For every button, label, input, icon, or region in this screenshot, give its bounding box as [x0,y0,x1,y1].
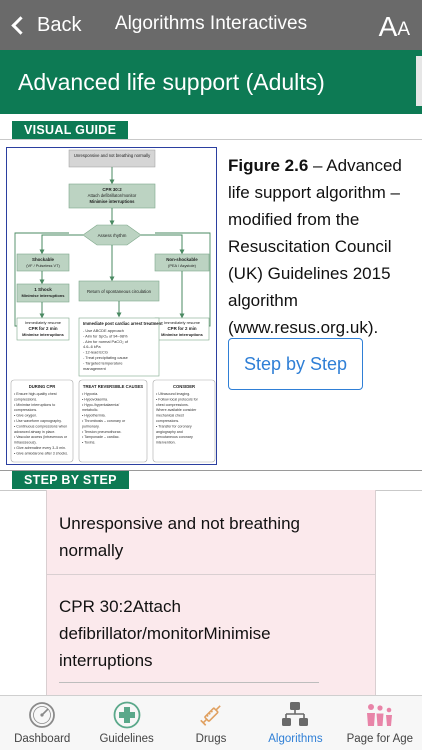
tab-algorithms[interactable]: Algorithms [253,696,337,750]
step-list: Unresponsive and not breathing normally … [46,490,376,695]
diagram-assess-text: Assess rhythm [98,233,127,238]
diagram-rosc: Return of spontaneous circulation [87,289,152,294]
font-size-button[interactable]: A A [379,8,410,42]
nav-title: Algorithms Interactives [114,13,308,34]
tab-page-for-age-label: Page for Age [346,733,414,745]
diagram-consider-item: percutaneous coronary [156,435,193,439]
diagram-during-item: • Give amiodarone after 3 shocks. [14,451,68,455]
step-separator [59,682,319,683]
diagram-consider-item: mechanical chest [156,414,184,418]
step-by-step-label: STEP BY STEP [12,471,129,489]
figure-number: Figure 2.6 [228,156,309,175]
header-edge-tab [416,56,422,106]
diagram-during-item: • Minimise interruptions to [14,403,55,407]
diagram-post-item: - Targeted temperature [83,360,123,365]
diagram-treat-item: • Hypoxia. [82,392,98,396]
diagram-during-title: DURING CPR [29,384,56,389]
dashboard-gauge-icon [29,702,56,728]
diagram-consider-item: chest compressions. [156,403,189,407]
diagram-treat-item: • Thrombosis – coronary or [82,419,126,423]
step-item-1[interactable]: Unresponsive and not breathing normally [47,510,347,564]
diagram-during-item: • Give adrenaline every 3–5 min. [14,446,66,450]
diagram-nonshockable-sub: (PEA / Asystole) [168,263,197,268]
font-size-small-glyph: A [397,19,410,40]
diagram-during-item: advanced airway in place. [14,430,55,434]
diagram-treat-item: • Hypovolaemia. [82,397,108,401]
diagram-resume-right2: CPR for 2 min [167,326,196,331]
diagram-post-item: - Use ABCDE approach [83,328,124,333]
diagram-consider-item: • Ultrasound imaging. [156,392,190,396]
diagram-resume-left2: CPR for 2 min [28,326,57,331]
step-by-step-button[interactable]: Step by Step [228,338,363,390]
diagram-during-item: • Use waveform capnography. [14,419,62,423]
diagram-consider-title: CONSIDER [173,384,195,389]
diagram-treat-item: metabolic. [82,408,98,412]
diagram-post-item: - Treat precipitating cause [83,355,128,360]
diagram-treat-item: • Hypo-/hyperkalaemia/ [82,403,119,407]
diagram-top-text: Unresponsive and not breathing normally [74,153,151,158]
diagram-resume-right1: Immediately resume [164,320,201,325]
navigation-bar: Back Algorithms Interactives A A [0,0,422,50]
diagram-shock: 1 Shock [34,287,52,292]
diagram-consider-item: angiography and [156,430,183,434]
diagram-cpr-line1: CPR 30:2 [102,187,122,192]
algorithms-icon [282,702,309,726]
tab-dashboard[interactable]: Dashboard [0,696,84,750]
diagram-cpr-line3: Minimise interruptions [90,199,136,204]
diagram-shock-sub: Minimise interruptions [22,293,66,298]
section-divider [0,139,422,140]
diagram-consider-item: Where available consider [156,408,197,412]
diagram-consider-item: • Follow local protocols for [156,397,199,401]
tab-drugs[interactable]: Drugs [169,696,253,750]
page-header: Advanced life support (Adults) [0,50,422,114]
diagram-shockable-sub: (VF / Pulseless VT) [26,263,60,268]
tab-drugs-label: Drugs [195,733,227,745]
figure-caption: Figure 2.6 – Advanced life support algor… [228,152,416,341]
figure-caption-text: – Advanced life support algorithm – modi… [228,156,402,337]
diagram-post-title: Immediate post cardiac arrest treatment [83,321,163,326]
diagram-post-item: - Aim for normal PaCO₂ of [83,339,129,344]
diagram-treat-item: pulmonary. [82,424,100,428]
diagram-treat-item: • Tension pneumothorax. [82,430,122,434]
diagram-resume-left1: Immediately resume [25,320,62,325]
diagram-consider-item: compressions. [156,419,179,423]
diagram-during-item: • Ensure high-quality chest [14,392,57,396]
tab-guidelines-label: Guidelines [99,733,154,745]
diagram-nonshockable: Non-shockable [166,257,198,262]
tab-dashboard-label: Dashboard [14,733,71,745]
diagram-post-item: 4.6–6 kPa [83,344,101,349]
diagram-treat-item: • Tamponade – cardiac. [82,435,120,439]
guidelines-cross-icon [113,701,141,729]
diagram-post-item: - 12-lead ECG [83,350,108,355]
diagram-during-item: • Vascular access (intravenous or [14,435,68,439]
step-divider [47,574,375,575]
diagram-during-item: • Give oxygen. [14,414,37,418]
visual-guide-label: VISUAL GUIDE [12,121,129,139]
diagram-consider-item: intervention. [156,441,176,445]
diagram-during-item: • Continuous compressions when [14,424,67,428]
tab-page-for-age[interactable]: Page for Age [338,696,422,750]
diagram-cpr-line2: Attach defibrillator/monitor [88,193,137,198]
diagram-during-item: compressions. [14,408,37,412]
syringe-icon [200,705,221,726]
page-title: Advanced life support (Adults) [18,69,325,95]
diagram-post-item: - Aim for SpO₂ of 94–98% [83,333,128,338]
diagram-shockable: Shockable [32,257,55,262]
page-for-age-people-icon [366,704,392,726]
tab-guidelines[interactable]: Guidelines [84,696,168,750]
algorithm-figure-thumbnail[interactable]: Unresponsive and not breathing normally … [6,147,217,465]
diagram-during-item: intraosseous). [14,441,37,445]
diagram-resume-right3: Minimise interruptions [161,332,203,337]
tab-bar: Dashboard Guidelines Drugs Algorithms Pa… [0,695,422,750]
step-item-2[interactable]: CPR 30:2Attach defibrillator/monitorMini… [47,593,307,674]
diagram-treat-item: • Hypothermia. [82,414,106,418]
diagram-during-item: compressions. [14,397,37,401]
diagram-post-item: management [83,366,107,371]
diagram-treat-title: TREAT REVERSIBLE CAUSES [83,384,143,389]
tab-algorithms-label: Algorithms [268,733,323,745]
diagram-consider-item: • Transfer for coronary [156,424,192,428]
font-size-large-glyph: A [378,11,398,42]
diagram-treat-item: • Toxins. [82,441,95,445]
diagram-resume-left3: Minimise interruptions [22,332,64,337]
